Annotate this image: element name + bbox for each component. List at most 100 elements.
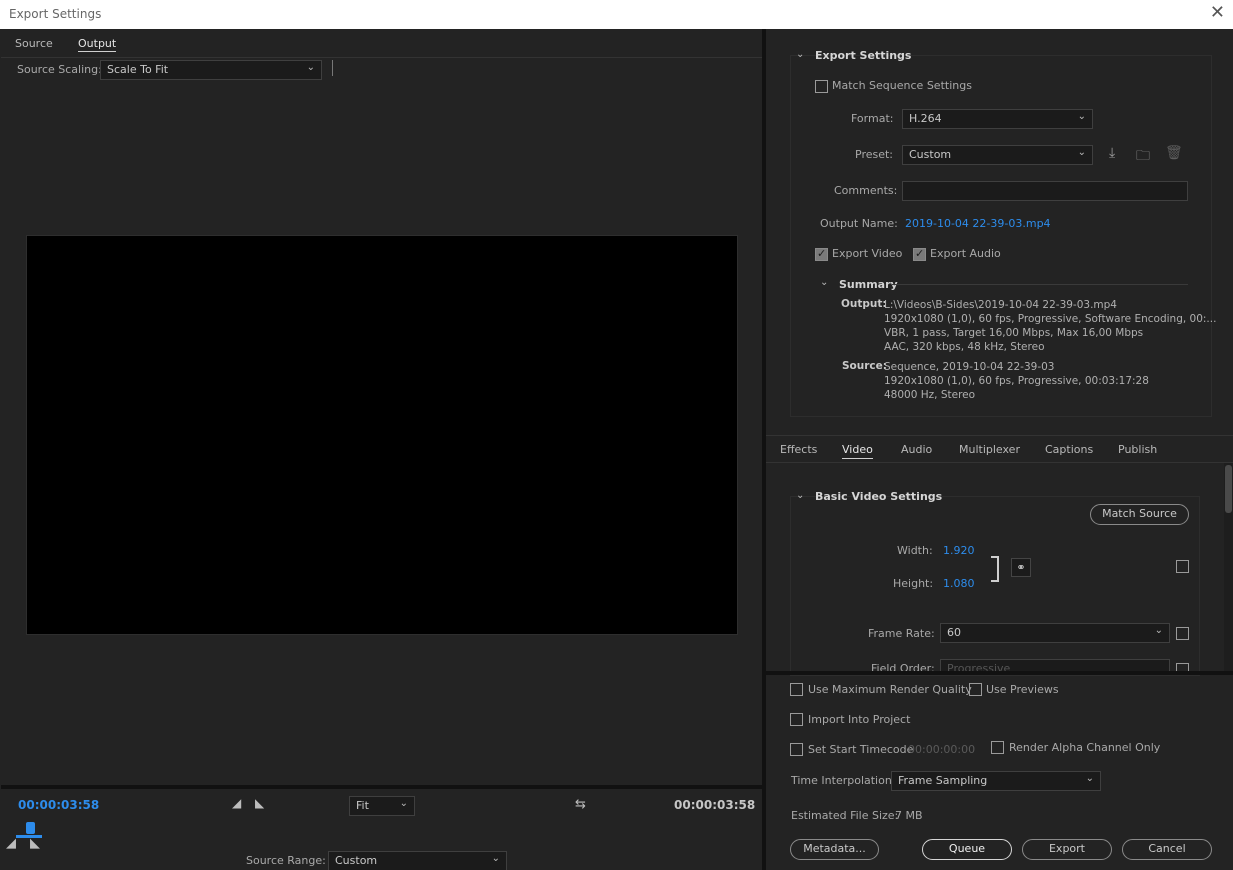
field-order-label: Field Order: [871,662,935,671]
format-label: Format: [851,112,894,125]
settings-panel: ⌄ Export Settings Match Sequence Setting… [766,29,1233,870]
delete-preset-icon[interactable]: 🗑 [1165,145,1183,161]
source-scaling-label: Source Scaling: [17,63,102,76]
tab-captions[interactable]: Captions [1045,443,1093,456]
out-point-handle-icon[interactable]: ◣ [30,836,40,851]
width-value[interactable]: 1.920 [943,544,975,557]
render-alpha-checkbox[interactable] [991,741,1004,754]
summary-output-line: VBR, 1 pass, Target 16,00 Mbps, Max 16,0… [884,327,1144,339]
tab-audio[interactable]: Audio [901,443,932,456]
import-into-project-checkbox[interactable] [790,713,803,726]
comments-field[interactable] [902,181,1188,201]
divider [892,284,1188,285]
chevron-down-icon[interactable]: ⌄ [820,277,828,288]
playhead-icon[interactable] [26,822,35,834]
override-size-checkbox[interactable] [1176,560,1189,573]
zoom-value: Fit [356,799,369,812]
time-interpolation-dropdown[interactable]: Frame Sampling ⌄ [891,771,1101,791]
output-name-label: Output Name: [820,217,898,230]
cancel-button[interactable]: Cancel [1122,839,1212,860]
window-title: Export Settings [9,7,102,21]
import-preset-icon[interactable]: 🗀 [1136,145,1150,169]
set-out-point-icon[interactable]: ◣ [255,796,264,810]
chevron-down-icon: ⌄ [399,798,408,809]
override-frame-rate-checkbox[interactable] [1176,627,1189,640]
width-label: Width: [897,544,933,557]
summary-source-label: Source: [842,360,887,372]
tab-source[interactable]: Source [15,37,53,50]
tab-multiplexer[interactable]: Multiplexer [959,443,1020,456]
use-previews-label: Use Previews [986,683,1059,696]
divider [332,60,333,76]
chevron-down-icon: ⌄ [491,853,500,864]
set-start-timecode-label: Set Start Timecode [808,743,914,756]
source-range-value: Custom [335,854,378,867]
preview-panel: Source Output Source Scaling: Scale To F… [1,29,762,870]
video-settings-scrollbar[interactable] [1224,463,1233,671]
export-settings-header: Export Settings [815,49,912,62]
source-range-label: Source Range: [246,854,326,867]
time-interpolation-value: Frame Sampling [898,774,988,787]
summary-output-label: Output: [841,298,887,310]
in-point-handle-icon[interactable]: ◢ [6,836,16,851]
current-time[interactable]: 00:00:03:58 [18,798,99,812]
chevron-down-icon: ⌄ [1085,773,1094,784]
source-range-dropdown[interactable]: Custom ⌄ [328,851,507,870]
source-scaling-dropdown[interactable]: Scale To Fit ⌄ [100,60,322,80]
match-source-button[interactable]: Match Source [1090,504,1189,525]
chevron-down-icon: ⌄ [1154,625,1163,636]
format-dropdown[interactable]: H.264 ⌄ [902,109,1093,129]
video-preview [26,235,738,635]
summary-header: Summary [839,278,898,291]
render-alpha-label: Render Alpha Channel Only [1009,741,1161,754]
basic-video-header: Basic Video Settings [815,490,943,503]
metadata-button[interactable]: Metadata... [790,839,879,860]
output-name-link[interactable]: 2019-10-04 22-39-03.mp4 [905,217,1051,230]
chevron-down-icon: ⌄ [306,62,315,73]
export-audio-checkbox[interactable] [913,247,926,261]
divider [766,671,1233,675]
match-sequence-checkbox[interactable] [815,80,828,93]
chevron-down-icon[interactable]: ⌄ [796,490,804,501]
start-timecode-value[interactable]: 00:00:00:00 [908,743,975,756]
summary-source-line: 48000 Hz, Stereo [884,389,976,401]
queue-button[interactable]: Queue [922,839,1012,860]
divider [1,785,762,789]
match-sequence-label: Match Sequence Settings [832,79,972,92]
import-into-project-label: Import Into Project [808,713,911,726]
override-field-order-checkbox[interactable] [1176,663,1189,671]
tab-effects[interactable]: Effects [780,443,817,456]
format-value: H.264 [909,112,942,125]
field-order-dropdown[interactable]: Progressive [940,659,1170,671]
max-render-quality-label: Use Maximum Render Quality [808,683,972,696]
export-button[interactable]: Export [1022,839,1112,860]
title-bar: Export Settings ✕ [0,0,1233,29]
frame-rate-dropdown[interactable]: 60 ⌄ [940,623,1170,643]
export-video-checkbox[interactable] [815,247,828,261]
aspect-correction-icon[interactable]: ⇆ [575,797,586,812]
save-preset-icon[interactable]: ⤓ [1109,145,1115,161]
export-video-label: Export Video [832,247,903,260]
use-previews-checkbox[interactable] [969,683,982,696]
zoom-dropdown[interactable]: Fit ⌄ [349,796,415,816]
chevron-down-icon[interactable]: ⌄ [796,49,804,60]
tab-publish[interactable]: Publish [1118,443,1157,456]
set-in-point-icon[interactable]: ◢ [232,796,241,810]
max-render-quality-checkbox[interactable] [790,683,803,696]
close-icon[interactable]: ✕ [1210,3,1225,23]
divider [766,435,1233,436]
estimated-size-label: Estimated File Size: [791,809,899,822]
set-start-timecode-checkbox[interactable] [790,743,803,756]
tab-output[interactable]: Output [78,37,117,52]
divider [1,57,762,58]
end-time: 00:00:03:58 [674,798,756,812]
estimated-size-value: 7 MB [895,809,923,822]
chevron-down-icon: ⌄ [1077,147,1086,158]
link-icon[interactable]: ⚭ [1011,558,1031,577]
height-value[interactable]: 1.080 [943,577,975,590]
tab-video[interactable]: Video [842,443,873,459]
divider [766,462,1233,463]
preset-dropdown[interactable]: Custom ⌄ [902,145,1093,165]
scrollbar-thumb[interactable] [1225,465,1232,513]
field-order-row: Field Order: Progressive [766,659,1224,671]
